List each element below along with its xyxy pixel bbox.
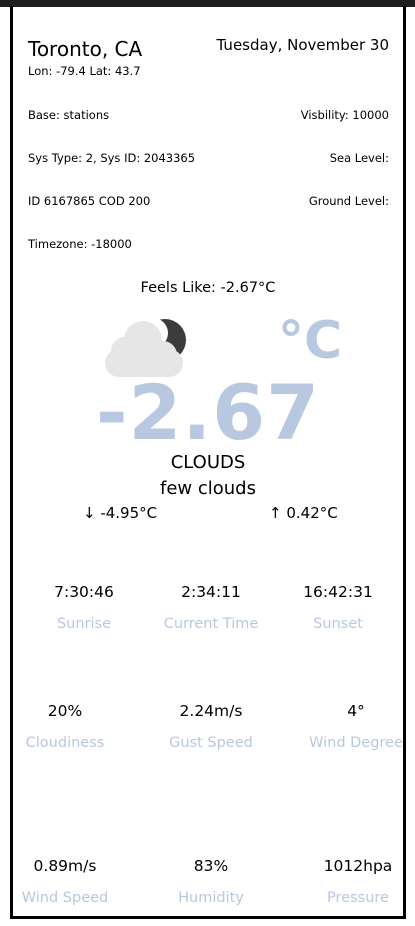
current-time-value: 2:34:11: [181, 583, 241, 601]
base-info: Base: stations: [28, 108, 110, 122]
timezone-info: Timezone: -18000: [28, 237, 132, 251]
gust-speed-value: 2.24m/s: [179, 702, 243, 720]
gust-speed-label: Gust Speed: [169, 735, 253, 751]
weather-card: Toronto, CA Lon: -79.4 Lat: 43.7 Tuesday…: [10, 6, 406, 919]
city-name: Toronto, CA: [28, 37, 143, 61]
cloudiness-value: 20%: [47, 702, 83, 720]
sys-info: Sys Type: 2, Sys ID: 2043365: [28, 151, 196, 165]
visibility-info: Visbility: 10000: [300, 108, 389, 122]
sunrise-value: 7:30:46: [54, 583, 114, 601]
temp-min: ↓ -4.95°C: [83, 504, 158, 522]
temperature-unit: °C: [278, 311, 343, 371]
current-time-label: Current Time: [163, 616, 259, 632]
temp-max: ↑ 0.42°C: [269, 504, 338, 522]
sea-level-info: Sea Level:: [329, 151, 389, 165]
sunset-value: 16:42:31: [303, 583, 373, 601]
weather-description: few clouds: [160, 478, 256, 499]
feels-like: Feels Like: -2.67°C: [140, 280, 276, 296]
cloudiness-label: Cloudiness: [25, 735, 105, 751]
weather-main: CLOUDS: [170, 452, 246, 473]
sunrise-label: Sunrise: [56, 616, 112, 632]
humidity-label: Humidity: [178, 890, 244, 906]
pressure-value: 1012hpa: [323, 857, 393, 875]
wind-speed-value: 0.89m/s: [33, 857, 97, 875]
current-temperature: -2.67: [95, 368, 321, 457]
id-cod-info: ID 6167865 COD 200: [28, 194, 151, 208]
pressure-label: Pressure: [327, 890, 389, 906]
ground-level-info: Ground Level:: [308, 194, 389, 208]
sunset-label: Sunset: [313, 616, 363, 632]
current-date: Tuesday, November 30: [216, 36, 389, 54]
humidity-value: 83%: [193, 857, 229, 875]
wind-speed-label: Wind Speed: [21, 890, 109, 906]
coordinates: Lon: -79.4 Lat: 43.7: [28, 64, 141, 78]
wind-degree-value: 4°: [347, 702, 365, 720]
wind-degree-label: Wind Degree: [309, 735, 403, 751]
